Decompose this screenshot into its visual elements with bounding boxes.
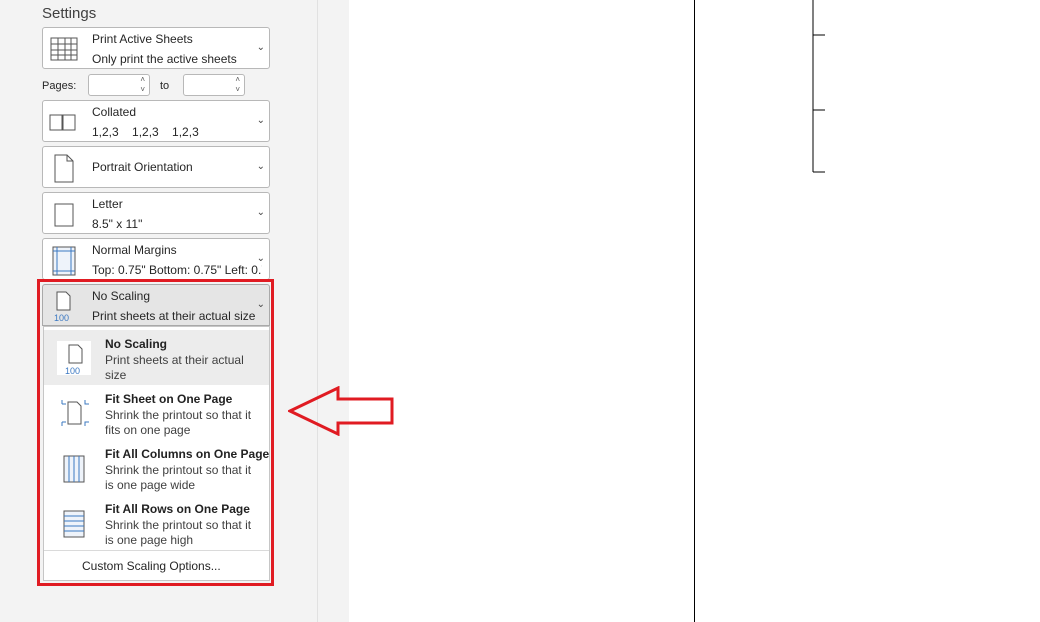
paper-size-subtitle: 8.5" x 11" bbox=[92, 217, 143, 231]
orientation-dropdown[interactable]: Portrait Orientation ⌄ bbox=[42, 146, 270, 188]
margins-icon bbox=[52, 246, 76, 276]
collation-subtitle: 1,2,3 1,2,3 1,2,3 bbox=[92, 125, 199, 139]
pages-label: Pages: bbox=[42, 80, 77, 92]
margins-subtitle: Top: 0.75" Bottom: 0.75" Left: 0.7" bbox=[92, 263, 262, 277]
collated-icon bbox=[49, 114, 76, 131]
portrait-page-icon bbox=[54, 154, 74, 183]
orientation-title: Portrait Orientation bbox=[92, 160, 193, 174]
chevron-down-icon: ⌄ bbox=[256, 207, 265, 218]
paper-size-title: Letter bbox=[92, 197, 123, 211]
print-what-dropdown[interactable]: Print Active Sheets Only print the activ… bbox=[42, 27, 270, 69]
paper-size-dropdown[interactable]: Letter 8.5" x 11" ⌄ bbox=[42, 192, 270, 234]
spinner-arrows-icon[interactable]: ˄ ˅ bbox=[235, 75, 240, 95]
preview-bracket-lines bbox=[812, 0, 825, 173]
chevron-down-icon: ⌄ bbox=[256, 42, 265, 53]
letter-page-icon bbox=[54, 203, 74, 227]
chevron-down-icon: ⌄ bbox=[256, 253, 265, 264]
panel-gutter bbox=[318, 0, 349, 622]
annotation-highlight-box bbox=[37, 279, 274, 586]
pages-to-label: to bbox=[160, 80, 170, 92]
settings-title: Settings bbox=[42, 5, 97, 22]
print-what-subtitle: Only print the active sheets bbox=[92, 52, 237, 66]
left-arrow-outline-icon bbox=[288, 386, 394, 436]
chevron-down-icon: ⌄ bbox=[256, 161, 265, 172]
page-edge-line bbox=[694, 0, 695, 622]
margins-title: Normal Margins bbox=[92, 243, 177, 257]
collation-title: Collated bbox=[92, 105, 137, 119]
pages-to-input[interactable]: ˄ ˅ bbox=[183, 74, 245, 96]
pages-range: Pages: ˄ ˅ to ˄ ˅ bbox=[42, 74, 270, 96]
spinner-arrows-icon[interactable]: ˄ ˅ bbox=[140, 75, 145, 95]
collation-dropdown[interactable]: Collated 1,2,3 1,2,3 1,2,3 ⌄ bbox=[42, 100, 270, 142]
margins-dropdown[interactable]: Normal Margins Top: 0.75" Bottom: 0.75" … bbox=[42, 238, 270, 280]
pages-from-input[interactable]: ˄ ˅ bbox=[88, 74, 150, 96]
chevron-down-icon: ⌄ bbox=[256, 115, 265, 126]
grid-sheet-icon bbox=[50, 37, 78, 61]
print-what-title: Print Active Sheets bbox=[92, 32, 193, 46]
